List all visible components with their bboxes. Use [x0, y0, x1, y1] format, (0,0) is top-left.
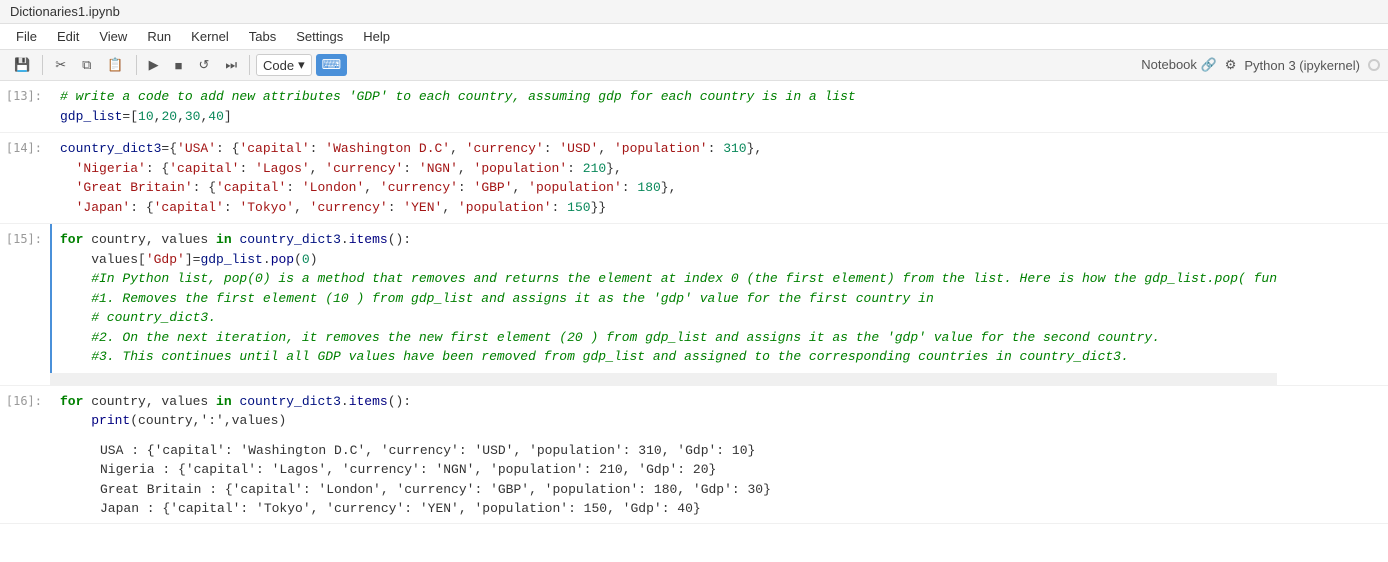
cell-type-label: Code	[263, 58, 294, 73]
kernel-label: Python 3 (ipykernel)	[1244, 58, 1360, 73]
fast-forward-button[interactable]: ⏭	[219, 54, 243, 76]
menu-item-settings[interactable]: Settings	[288, 26, 351, 47]
cell-type-select[interactable]: Code ▾	[256, 54, 312, 76]
menu-item-view[interactable]: View	[91, 26, 135, 47]
cell-14: [14]: country_dict3={'USA': {'capital': …	[0, 133, 1388, 224]
cut-button[interactable]: ✂	[49, 54, 72, 76]
toolbar-right: Notebook 🔗 ⚙ Python 3 (ipykernel)	[1141, 57, 1380, 73]
toolbar-sep-1	[42, 55, 43, 75]
move-up-button[interactable]: ↑	[1298, 228, 1311, 247]
restart-button[interactable]: ↺	[192, 54, 215, 76]
menu-item-kernel[interactable]: Kernel	[183, 26, 237, 47]
toolbar: 💾 ✂ ⧉ 📋 ▶ ■ ↺ ⏭ Code ▾ ⌨ Notebook 🔗 ⚙ Py…	[0, 50, 1388, 81]
menu-item-edit[interactable]: Edit	[49, 26, 87, 47]
menu-bar: FileEditViewRunKernelTabsSettingsHelp	[0, 24, 1388, 50]
more-button[interactable]: ≡	[1346, 228, 1360, 247]
menu-item-run[interactable]: Run	[139, 26, 179, 47]
menu-item-help[interactable]: Help	[355, 26, 398, 47]
copy-button[interactable]: ⧉	[76, 54, 97, 76]
notebook: [13]: # write a code to add new attribut…	[0, 81, 1388, 524]
cell-code-2[interactable]: for country, values in country_dict3.ite…	[50, 224, 1277, 373]
run-button[interactable]: ▶	[143, 54, 165, 76]
stop-button[interactable]: ■	[169, 55, 189, 76]
copy-cell-button[interactable]: ⧉	[1281, 228, 1296, 248]
cell-number-1: [14]:	[0, 133, 50, 223]
cell-code-0[interactable]: # write a code to add new attributes 'GD…	[50, 81, 1388, 132]
cell-code-1[interactable]: country_dict3={'USA': {'capital': 'Washi…	[50, 133, 1388, 223]
menu-item-file[interactable]: File	[8, 26, 45, 47]
move-down-button[interactable]: ↓	[1312, 228, 1325, 247]
notebook-label: Notebook 🔗	[1141, 57, 1216, 73]
cell-horizontal-scrollbar[interactable]	[50, 373, 1277, 385]
add-cell-button[interactable]: ⊕	[1327, 228, 1344, 248]
cell-output: USA : {'capital': 'Washington D.C', 'cur…	[50, 437, 1388, 523]
notebook-title: Dictionaries1.ipynb	[10, 4, 120, 19]
keyboard-button[interactable]: ⌨	[316, 54, 347, 76]
title-bar: Dictionaries1.ipynb	[0, 0, 1388, 24]
cell-number-2: [15]:	[0, 224, 50, 385]
paste-button[interactable]: 📋	[101, 54, 129, 76]
cell-code-3[interactable]: for country, values in country_dict3.ite…	[50, 386, 1388, 437]
cell-number-0: [13]:	[0, 81, 50, 132]
delete-cell-button[interactable]: 🗑	[1361, 228, 1384, 248]
cell-number-3: [16]:	[0, 386, 50, 523]
kernel-indicator	[1368, 59, 1380, 71]
cell-15: [15]: for country, values in country_dic…	[0, 224, 1388, 386]
kernel-status-icon: ⚙	[1225, 57, 1237, 73]
menu-item-tabs[interactable]: Tabs	[241, 26, 284, 47]
toolbar-sep-3	[249, 55, 250, 75]
toolbar-sep-2	[136, 55, 137, 75]
save-button[interactable]: 💾	[8, 54, 36, 76]
cell-13: [13]: # write a code to add new attribut…	[0, 81, 1388, 133]
chevron-down-icon: ▾	[298, 57, 305, 73]
cell-16: [16]: for country, values in country_dic…	[0, 386, 1388, 524]
